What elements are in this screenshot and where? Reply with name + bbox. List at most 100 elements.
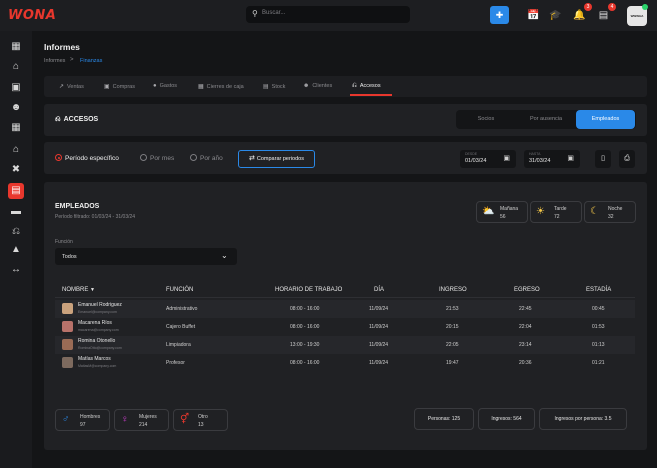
day: 11/09/24 [369, 360, 389, 366]
table-row[interactable]: Macarena Ríos macarena@company.com Cajer… [55, 318, 635, 336]
card-icon[interactable]: ▬ [8, 205, 24, 218]
segment-socios[interactable]: Socios [457, 110, 515, 129]
date-from-field[interactable]: DESDE 01/03/24 ▣ [460, 150, 516, 168]
search-placeholder: Buscar... [262, 10, 286, 16]
dashboard-icon[interactable]: ▦ [8, 40, 24, 53]
shift-noche: ☾ Noche 32 [584, 201, 636, 223]
shift-label: Tarde [554, 206, 567, 212]
employee-role: Cajero Buffet [166, 324, 196, 330]
other-gender-icon: ⚥ [180, 414, 190, 425]
shift-value: 56 [500, 214, 506, 220]
accesos-title: ⎌ ACCESOS [55, 116, 98, 124]
gender-mujeres: ♀ Mujeres 214 [114, 409, 169, 431]
funcion-label: Función [55, 239, 73, 245]
funcion-select[interactable] [55, 248, 237, 265]
breadcrumb-finanzas[interactable]: Finanzas [80, 58, 102, 64]
tab-accesos[interactable]: ⎌ Accesos [352, 83, 381, 90]
search-input[interactable]: ⚲ Buscar... [246, 6, 410, 23]
breadcrumb-informes[interactable]: Informes [44, 58, 65, 64]
tab-label: Accesos [359, 83, 381, 89]
stat-personas: Personas: 125 [414, 408, 474, 430]
tools-icon[interactable]: ✖ [8, 163, 24, 176]
sun-icon: ☀ [536, 206, 545, 217]
column-header-funcion: FUNCIÓN [166, 287, 194, 293]
gender-hombres: ♂ Hombres 97 [55, 409, 110, 431]
avatar [62, 357, 73, 368]
radio-por-mes[interactable] [140, 154, 147, 161]
radio-label-por-anio[interactable]: Por año [200, 155, 223, 162]
radio-periodo-especifico[interactable] [55, 154, 62, 161]
turnstile-icon: ⎌ [55, 116, 61, 123]
box-icon: ▤ [263, 84, 269, 90]
date-to-field[interactable]: HASTA 31/03/24 ▣ [524, 150, 580, 168]
tab-label: Stock [271, 84, 286, 90]
compare-periods-button[interactable]: ⇄ Comparar periodos [238, 150, 315, 168]
calendar-icon[interactable]: ▣ [8, 81, 24, 94]
add-user-button[interactable]: ✚ [490, 6, 509, 24]
tab-label: Gastos [159, 83, 178, 89]
column-header-nombre[interactable]: NOMBRE ▼ [62, 287, 95, 293]
graduation-cap-icon[interactable]: 🎓 [549, 9, 562, 22]
tab-cierres-de-caja[interactable]: ▦ Cierres de caja [198, 83, 244, 90]
tab-clientes[interactable]: ☻ Clientes [303, 83, 332, 89]
table-row[interactable]: Emanuel Rodriguez Emanuel@company.com Ad… [55, 300, 635, 318]
gender-value: 214 [139, 422, 148, 428]
employees-title: EMPLEADOS [55, 203, 100, 210]
date-to-value: 31/03/24 [529, 158, 551, 164]
gender-label: Hombres [80, 414, 101, 420]
reports-icon[interactable]: ▤ [8, 183, 24, 199]
radio-label-por-mes[interactable]: Por mes [150, 155, 174, 162]
check-out: 20:36 [519, 360, 532, 366]
tab-gastos[interactable]: ● Gastos [153, 83, 177, 89]
turnstile-icon[interactable]: ⎌ [8, 225, 24, 238]
funcion-select-value: Todos [62, 254, 77, 260]
column-header-egreso: EGRESO [514, 287, 540, 293]
segment-por-ausencia[interactable]: Por ausencia [517, 110, 575, 129]
swap-arrows-icon[interactable]: ↔ [8, 263, 24, 276]
date-from-label: DESDE [465, 152, 478, 156]
male-icon: ♂ [62, 414, 70, 425]
home-icon[interactable]: ⌂ [8, 60, 24, 73]
shift-tarde: ☀ Tarde 72 [530, 201, 582, 223]
table-row[interactable]: Matías Marcos MatiasM@company.com Profes… [55, 354, 635, 372]
app-logo[interactable]: WONA [8, 8, 56, 23]
column-header-estadia: ESTADÍA [586, 287, 612, 293]
employee-role: Limpiadora [166, 342, 191, 348]
print-button[interactable]: ⎙ [619, 150, 635, 168]
store-icon[interactable]: ⌂ [8, 143, 24, 156]
segment-empleados[interactable]: Empleados [576, 110, 635, 129]
gender-otro: ⚥ Otro 13 [173, 409, 228, 431]
graduation-cap-icon[interactable]: ▲ [8, 243, 24, 256]
chart-icon: ↗ [59, 84, 65, 90]
employee-email: MatiasM@company.com [78, 364, 117, 368]
tab-stock[interactable]: ▤ Stock [263, 83, 285, 90]
bell-icon[interactable]: 🔔 [573, 9, 586, 22]
stat-ingresos: Ingresos: 564 [478, 408, 535, 430]
register-icon[interactable]: ▦ [8, 121, 24, 134]
cart-icon: ▣ [104, 84, 110, 90]
register-icon: ▦ [198, 84, 204, 90]
calendar-icon[interactable]: 📅 [527, 9, 540, 22]
day: 11/09/24 [369, 324, 389, 330]
radio-por-anio[interactable] [190, 154, 197, 161]
users-icon: ☻ [303, 83, 310, 89]
tab-compras[interactable]: ▣ Compras [104, 83, 135, 90]
radio-label-periodo-especifico[interactable]: Período específico [65, 155, 119, 162]
sun-cloud-icon: ⛅ [482, 206, 495, 217]
stay-duration: 01:13 [592, 342, 605, 348]
printer-icon: ⎙ [624, 155, 630, 162]
calendar-icon: ▣ [567, 155, 574, 162]
users-icon[interactable]: ☻ [8, 101, 24, 114]
tab-label: Ventas [67, 84, 84, 90]
day: 11/09/24 [369, 306, 389, 312]
id-card-icon[interactable]: ▤ [597, 9, 610, 22]
employee-email: RominaOtto@company.com [78, 346, 122, 350]
tab-ventas[interactable]: ↗ Ventas [59, 83, 84, 90]
table-header-divider [55, 297, 635, 298]
check-out: 23:14 [519, 342, 532, 348]
export-file-button[interactable]: ▯ [595, 150, 611, 168]
table-row[interactable]: Romina Otonello RominaOtto@company.com L… [55, 336, 635, 354]
tab-label: Compras [112, 84, 135, 90]
stat-ingresos-por-persona: Ingresos por persona: 3.5 [539, 408, 627, 430]
shift-label: Noche [608, 206, 623, 212]
